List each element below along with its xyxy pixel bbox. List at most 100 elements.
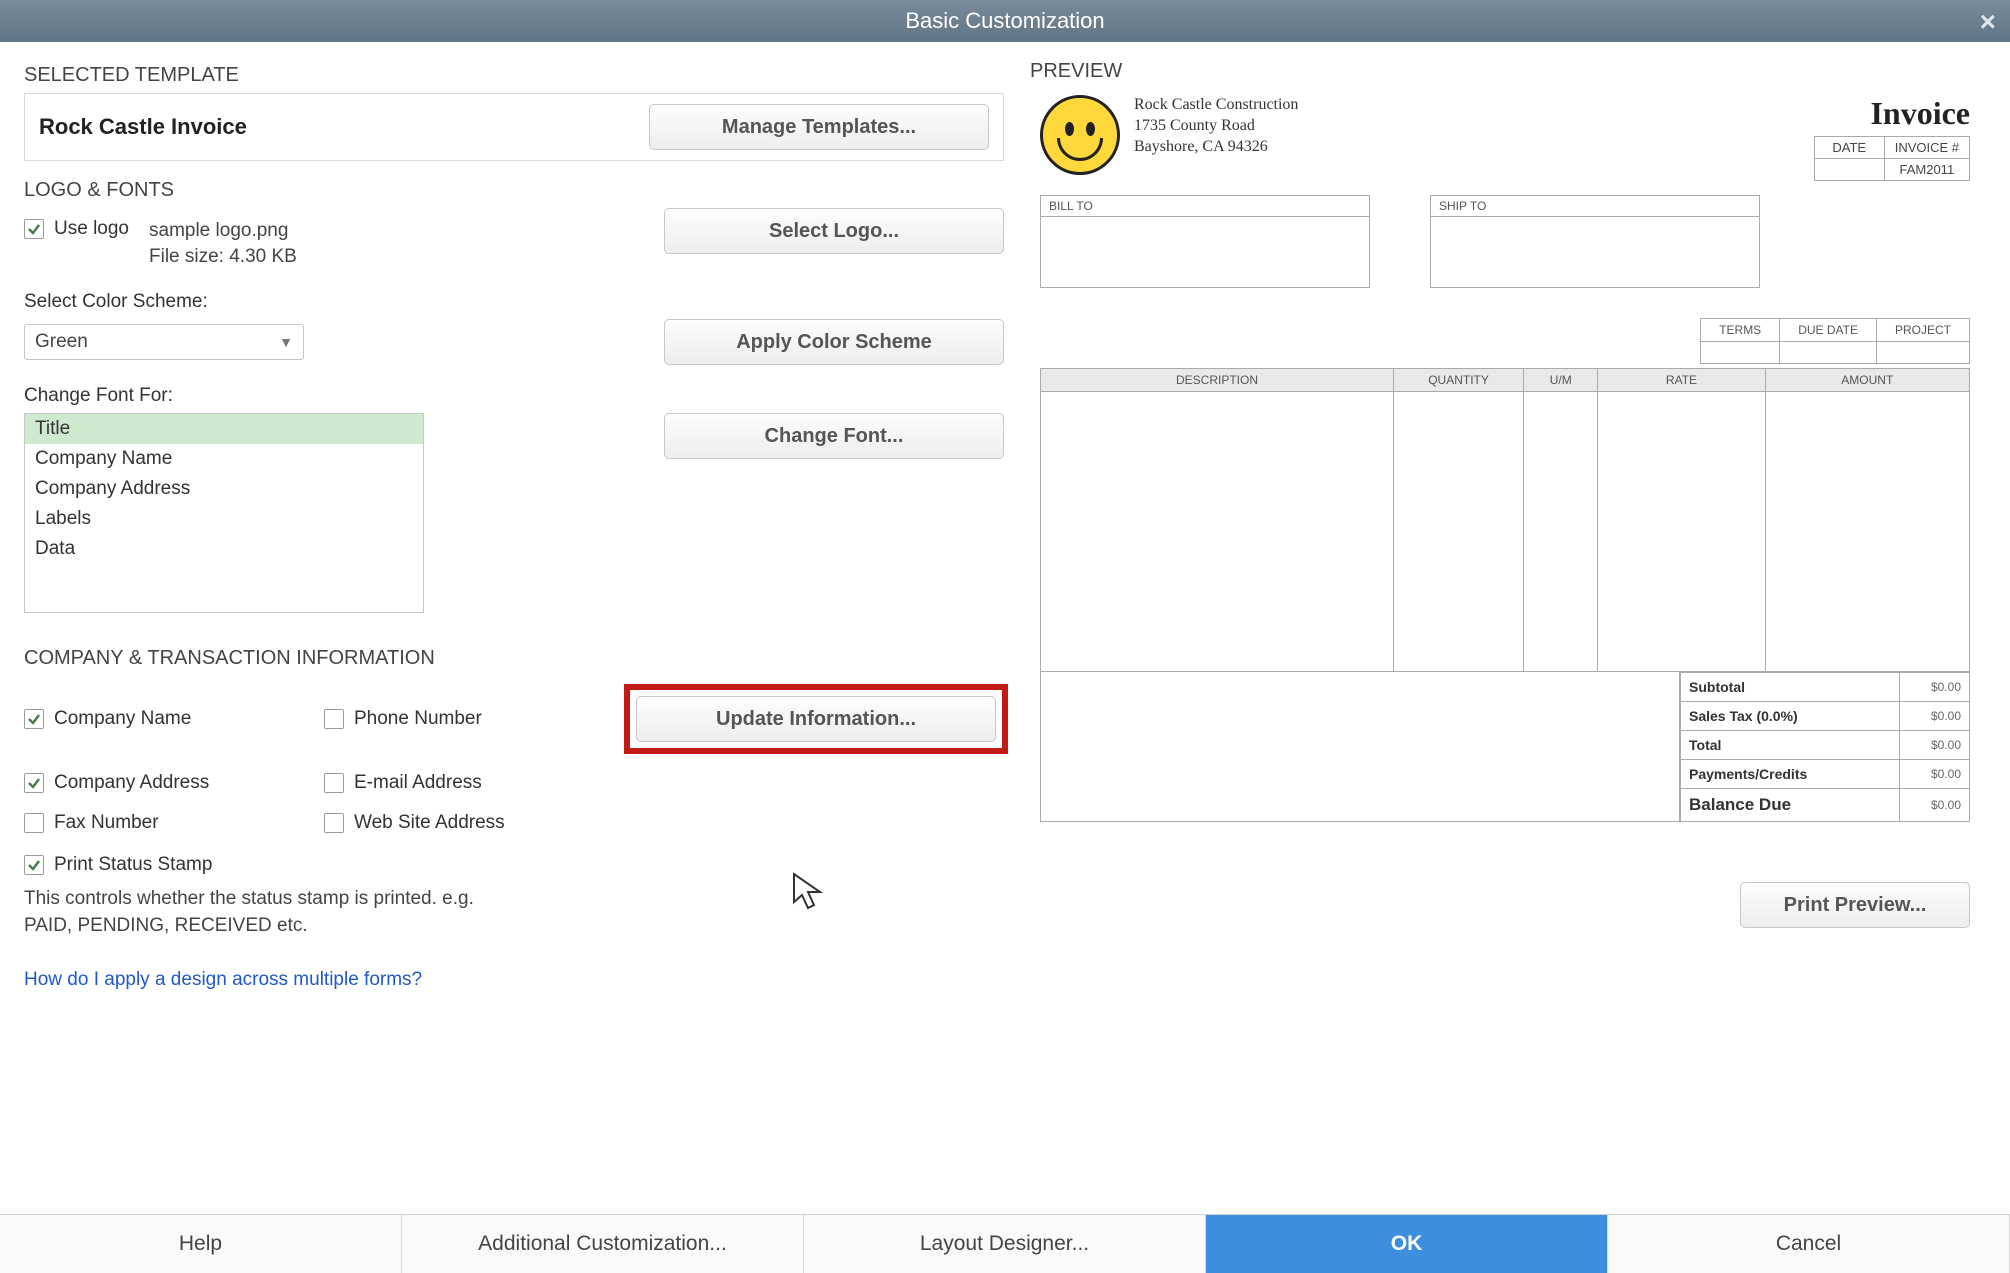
bottom-button-bar: Help Additional Customization... Layout … <box>0 1214 2010 1272</box>
bill-to-label: BILL TO <box>1041 196 1369 217</box>
website-address-checkbox[interactable]: Web Site Address <box>324 812 624 834</box>
titlebar: Basic Customization × <box>0 0 2010 42</box>
payments-label: Payments/Credits <box>1681 759 1900 788</box>
invoice-header-table: DATE INVOICE # FAM2011 <box>1814 136 1970 181</box>
checkbox-icon <box>24 219 44 239</box>
checkbox-icon <box>24 709 44 729</box>
logo-smiley-icon <box>1040 95 1120 175</box>
template-name: Rock Castle Invoice <box>39 114 247 140</box>
multi-form-design-link[interactable]: How do I apply a design across multiple … <box>24 969 422 991</box>
checkbox-icon <box>324 709 344 729</box>
terms-table: TERMS DUE DATE PROJECT <box>1700 318 1970 364</box>
total-label: Total <box>1681 730 1900 759</box>
additional-customization-button[interactable]: Additional Customization... <box>402 1215 804 1273</box>
company-info-text: Rock Castle Construction 1735 County Roa… <box>1134 95 1298 157</box>
ship-to-label: SHIP TO <box>1431 196 1759 217</box>
col-description: DESCRIPTION <box>1041 369 1394 392</box>
tax-label: Sales Tax (0.0%) <box>1681 701 1900 730</box>
logo-meta: sample logo.png File size: 4.30 KB <box>149 218 297 269</box>
fax-number-label: Fax Number <box>54 812 159 834</box>
status-desc-line: PAID, PENDING, RECEIVED etc. <box>24 913 1004 940</box>
preview-company-addr1: 1735 County Road <box>1134 116 1298 137</box>
subtotal-label: Subtotal <box>1681 673 1900 702</box>
col-um: U/M <box>1524 369 1598 392</box>
manage-templates-button[interactable]: Manage Templates... <box>649 104 989 150</box>
bill-to-box: BILL TO <box>1040 195 1370 288</box>
print-status-stamp-checkbox[interactable]: Print Status Stamp <box>24 854 1004 876</box>
color-scheme-label: Select Color Scheme: <box>24 291 1004 313</box>
list-item[interactable] <box>25 564 423 584</box>
invoice-preview: Rock Castle Construction 1735 County Roa… <box>1030 95 1980 822</box>
checkbox-icon <box>24 773 44 793</box>
company-name-checkbox[interactable]: Company Name <box>24 708 324 730</box>
subtotal-value: $0.00 <box>1900 673 1970 702</box>
col-date: DATE <box>1814 137 1884 159</box>
tax-value: $0.00 <box>1900 701 1970 730</box>
document-title: Invoice <box>1814 95 1970 132</box>
print-status-stamp-label: Print Status Stamp <box>54 854 212 876</box>
balance-due-label: Balance Due <box>1681 788 1900 822</box>
selected-template-label: SELECTED TEMPLATE <box>24 64 1004 87</box>
update-information-highlight: Update Information... <box>624 684 1008 754</box>
chevron-down-icon: ▼ <box>279 334 293 350</box>
val-date <box>1814 159 1884 181</box>
font-target-listbox[interactable]: Title Company Name Company Address Label… <box>24 413 424 613</box>
phone-number-label: Phone Number <box>354 708 482 730</box>
notes-area <box>1040 672 1680 822</box>
preview-label: PREVIEW <box>1030 60 1980 83</box>
company-address-checkbox[interactable]: Company Address <box>24 772 324 794</box>
col-invoice-no: INVOICE # <box>1884 137 1969 159</box>
status-desc-line: This controls whether the status stamp i… <box>24 886 1004 913</box>
total-value: $0.00 <box>1900 730 1970 759</box>
print-preview-button[interactable]: Print Preview... <box>1740 882 1970 928</box>
email-address-checkbox[interactable]: E-mail Address <box>324 772 624 794</box>
phone-number-checkbox[interactable]: Phone Number <box>324 708 624 730</box>
change-font-button[interactable]: Change Font... <box>664 413 1004 459</box>
use-logo-label: Use logo <box>54 218 129 240</box>
company-name-label: Company Name <box>54 708 191 730</box>
help-button[interactable]: Help <box>0 1215 402 1273</box>
ok-button[interactable]: OK <box>1206 1215 1608 1273</box>
balance-due-value: $0.00 <box>1900 788 1970 822</box>
company-address-label: Company Address <box>54 772 209 794</box>
logo-filename: sample logo.png <box>149 218 297 244</box>
template-box: Rock Castle Invoice Manage Templates... <box>24 93 1004 161</box>
list-item[interactable]: Company Name <box>25 444 423 474</box>
col-project: PROJECT <box>1876 319 1969 342</box>
list-item[interactable]: Company Address <box>25 474 423 504</box>
ship-to-box: SHIP TO <box>1430 195 1760 288</box>
window-title: Basic Customization <box>905 8 1104 34</box>
cancel-button[interactable]: Cancel <box>1608 1215 2010 1273</box>
checkbox-icon <box>24 813 44 833</box>
use-logo-checkbox[interactable]: Use logo <box>24 218 129 240</box>
preview-company-name: Rock Castle Construction <box>1134 95 1298 116</box>
settings-panel: SELECTED TEMPLATE Rock Castle Invoice Ma… <box>0 42 1020 1192</box>
close-icon[interactable]: × <box>1980 6 1996 38</box>
col-due-date: DUE DATE <box>1780 319 1877 342</box>
apply-color-scheme-button[interactable]: Apply Color Scheme <box>664 319 1004 365</box>
color-scheme-value: Green <box>35 331 88 353</box>
select-logo-button[interactable]: Select Logo... <box>664 208 1004 254</box>
change-font-for-label: Change Font For: <box>24 385 1004 407</box>
email-address-label: E-mail Address <box>354 772 482 794</box>
update-information-button[interactable]: Update Information... <box>636 696 996 742</box>
preview-panel: PREVIEW Rock Castle Construction 1735 Co… <box>1020 42 2010 1192</box>
fax-number-checkbox[interactable]: Fax Number <box>24 812 324 834</box>
totals-table: Subtotal$0.00 Sales Tax (0.0%)$0.00 Tota… <box>1680 672 1970 822</box>
payments-value: $0.00 <box>1900 759 1970 788</box>
checkbox-icon <box>324 813 344 833</box>
line-items-table: DESCRIPTION QUANTITY U/M RATE AMOUNT <box>1040 368 1970 672</box>
col-rate: RATE <box>1598 369 1765 392</box>
logo-fonts-label: LOGO & FONTS <box>24 179 1004 202</box>
color-scheme-select[interactable]: Green ▼ <box>24 324 304 360</box>
col-terms: TERMS <box>1701 319 1780 342</box>
list-item[interactable]: Labels <box>25 504 423 534</box>
val-invoice-no: FAM2011 <box>1884 159 1969 181</box>
list-item[interactable]: Data <box>25 534 423 564</box>
logo-filesize: File size: 4.30 KB <box>149 244 297 270</box>
col-quantity: QUANTITY <box>1394 369 1524 392</box>
company-info-label: COMPANY & TRANSACTION INFORMATION <box>24 647 1004 670</box>
layout-designer-button[interactable]: Layout Designer... <box>804 1215 1206 1273</box>
list-item[interactable]: Title <box>25 414 423 444</box>
checkbox-icon <box>24 855 44 875</box>
